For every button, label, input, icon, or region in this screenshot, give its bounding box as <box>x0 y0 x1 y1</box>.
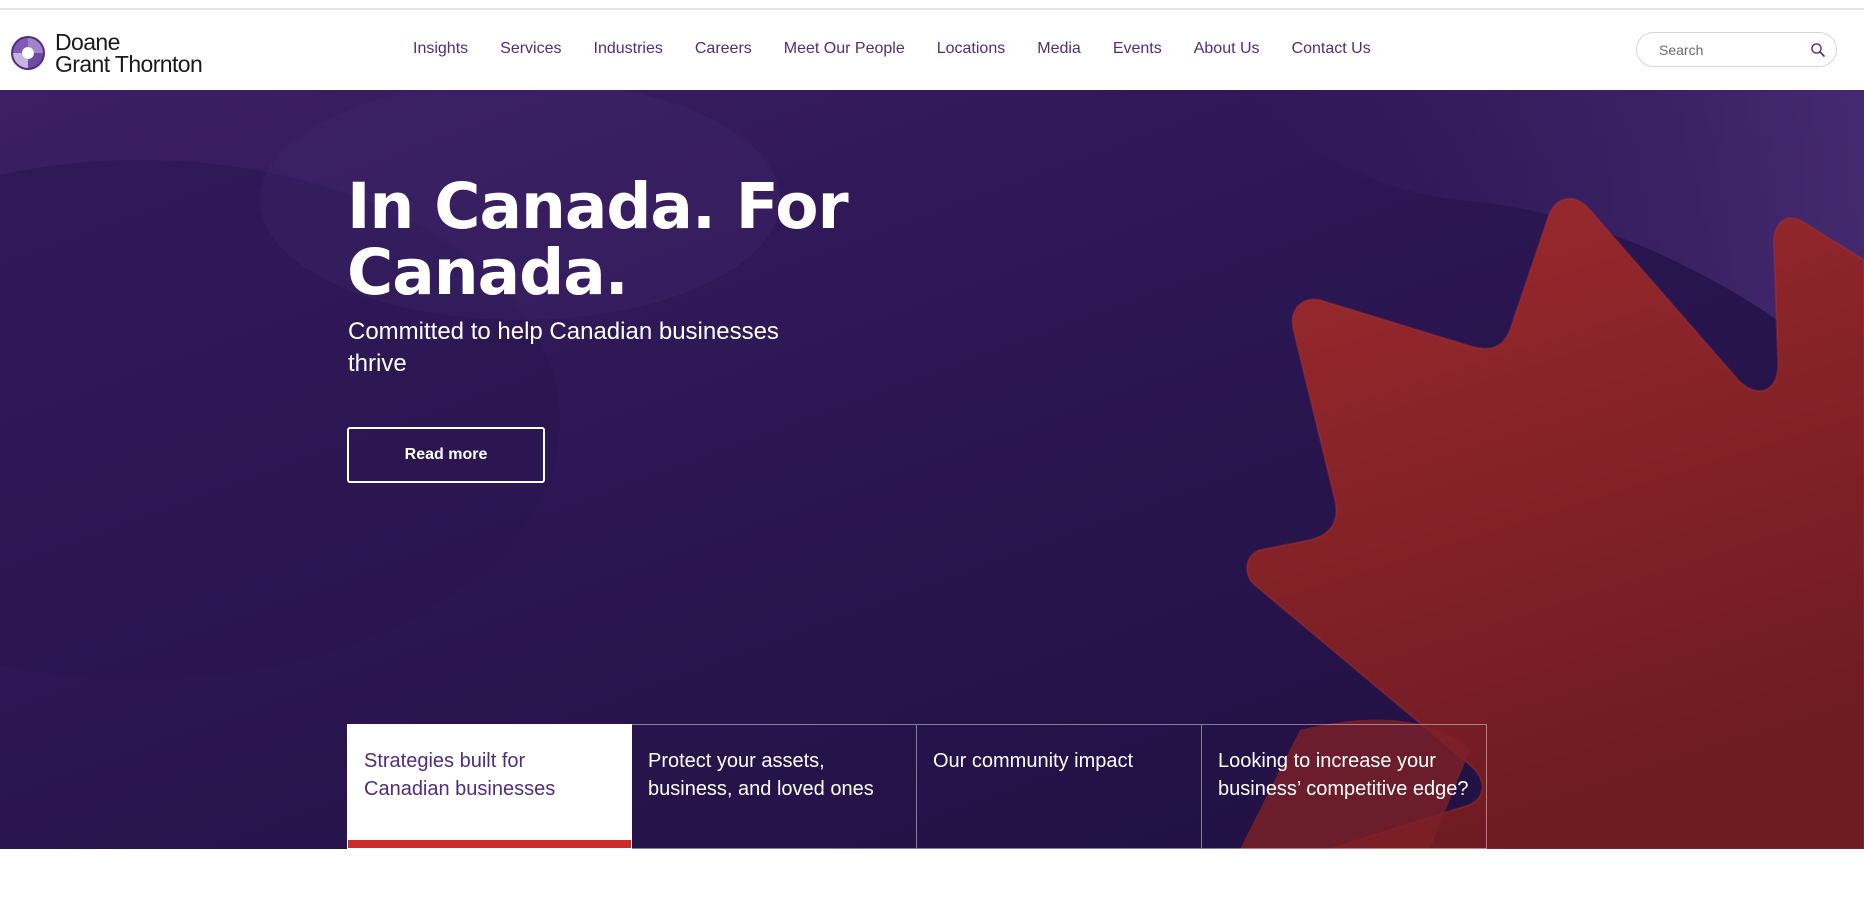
hero-subtitle: Committed to help Canadian businesses th… <box>348 318 779 377</box>
tab-label: Protect your assets, business, and loved… <box>648 750 874 800</box>
search-box <box>1636 32 1837 67</box>
site-header: Doane Grant Thornton Insights Services I… <box>0 10 1864 90</box>
main-nav: Insights Services Industries Careers Mee… <box>413 40 1371 58</box>
nav-item-events[interactable]: Events <box>1113 40 1162 58</box>
nav-item-services[interactable]: Services <box>500 40 561 58</box>
logo-wordmark: Doane Grant Thornton <box>55 29 203 77</box>
tab-protect-assets[interactable]: Protect your assets, business, and loved… <box>632 724 917 849</box>
tab-community-impact[interactable]: Our community impact <box>917 724 1202 849</box>
tab-label: Our community impact <box>933 750 1134 772</box>
nav-item-contact-us[interactable]: Contact Us <box>1292 40 1371 58</box>
logo-line-2: Grant Thornton <box>55 51 203 77</box>
nav-item-industries[interactable]: Industries <box>594 40 663 58</box>
active-tab-indicator <box>348 840 631 848</box>
nav-item-locations[interactable]: Locations <box>937 40 1006 58</box>
nav-item-insights[interactable]: Insights <box>413 40 468 58</box>
tab-label: Strategies built for Canadian businesses <box>364 750 556 800</box>
tab-competitive-edge[interactable]: Looking to increase your business’ compe… <box>1202 724 1487 849</box>
hero-title-line-1: In Canada. For <box>347 170 849 243</box>
tab-label: Looking to increase your business’ compe… <box>1218 750 1469 800</box>
tab-strategies[interactable]: Strategies built for Canadian businesses <box>347 724 632 849</box>
read-more-button[interactable]: Read more <box>347 427 545 483</box>
hero-title: In Canada. For Canada. <box>347 174 967 306</box>
logo-line-1: Doane <box>55 29 120 55</box>
search-icon[interactable] <box>1810 42 1826 58</box>
search-input[interactable] <box>1659 41 1809 59</box>
logo-icon <box>11 36 45 70</box>
logo[interactable]: Doane Grant Thornton <box>10 29 203 77</box>
hero-tabs: Strategies built for Canadian businesses… <box>347 724 1488 849</box>
nav-item-media[interactable]: Media <box>1037 40 1081 58</box>
nav-item-careers[interactable]: Careers <box>695 40 752 58</box>
nav-item-about-us[interactable]: About Us <box>1194 40 1260 58</box>
nav-item-meet-our-people[interactable]: Meet Our People <box>784 40 905 58</box>
hero-banner: In Canada. For Canada. Committed to help… <box>0 90 1864 849</box>
hero-title-line-2: Canada. <box>347 236 629 309</box>
